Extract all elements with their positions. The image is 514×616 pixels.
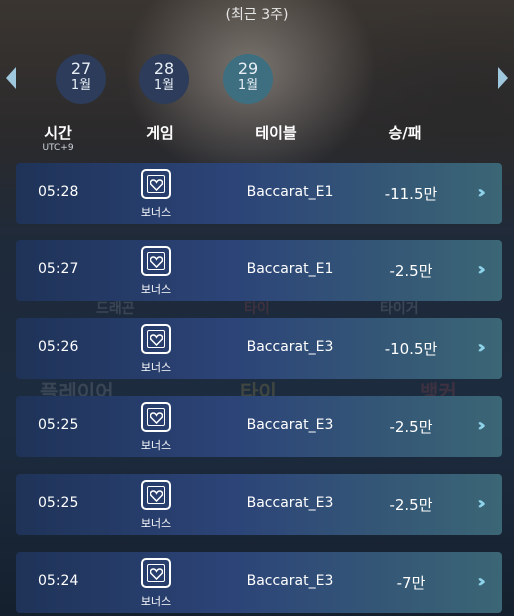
bg-label-tiger: 타이거 [380, 301, 419, 317]
history-row[interactable]: 05:27 보너스 Baccarat_E1 -2.5만 ›› [16, 240, 502, 301]
double-chevron-right-icon[interactable]: ›› [477, 338, 486, 358]
row-time: 05:27 [38, 261, 79, 277]
date-tab-27[interactable]: 27 1월 [56, 54, 106, 104]
date-day: 29 [237, 59, 259, 78]
column-header-game: 게임 [146, 124, 174, 142]
date-tab-28[interactable]: 28 1월 [139, 54, 189, 104]
date-tab-29-selected[interactable]: 29 1월 [223, 54, 273, 104]
row-result: -2.5만 [389, 418, 433, 436]
history-row[interactable]: 05:25 보너스 Baccarat_E3 -2.5만 ›› [16, 474, 502, 535]
row-time: 05:25 [38, 417, 79, 433]
row-result: -2.5만 [389, 496, 433, 514]
right-arrow-icon[interactable] [498, 67, 508, 89]
date-month: 1월 [70, 78, 92, 93]
row-table: Baccarat_E3 [246, 417, 334, 433]
row-game-label: 보너스 [140, 439, 172, 452]
row-result: -2.5만 [389, 262, 433, 280]
bonus-card-icon [141, 246, 171, 276]
bonus-card-icon [141, 324, 171, 354]
row-game-label: 보너스 [140, 517, 172, 530]
row-table: Baccarat_E1 [246, 261, 334, 277]
timezone-label: UTC+9 [42, 143, 74, 153]
row-time: 05:25 [38, 495, 79, 511]
bonus-card-icon [141, 558, 171, 588]
bonus-card-icon [141, 402, 171, 432]
row-game-label: 보너스 [140, 206, 172, 219]
history-row[interactable]: 05:26 보너스 Baccarat_E3 -10.5만 ›› [16, 318, 502, 379]
left-arrow-icon[interactable] [6, 67, 16, 89]
row-table: Baccarat_E1 [246, 184, 334, 200]
row-table: Baccarat_E3 [246, 573, 334, 589]
column-time-label: 시간 [44, 124, 72, 142]
row-result: -11.5만 [384, 185, 438, 203]
history-row[interactable]: 05:25 보너스 Baccarat_E3 -2.5만 ›› [16, 396, 502, 457]
column-header-time: 시간 UTC+9 [28, 122, 88, 153]
row-time: 05:24 [38, 573, 79, 589]
double-chevron-right-icon[interactable]: ›› [477, 183, 486, 203]
history-row[interactable]: 05:28 보너스 Baccarat_E1 -11.5만 ›› [16, 163, 502, 224]
double-chevron-right-icon[interactable]: ›› [477, 416, 486, 436]
history-row[interactable]: 05:24 보너스 Baccarat_E3 -7만 ›› [16, 552, 502, 613]
date-month: 1월 [153, 78, 175, 93]
row-result: -10.5만 [384, 340, 438, 358]
column-header-table: 테이블 [255, 124, 297, 142]
row-table: Baccarat_E3 [246, 339, 334, 355]
date-day: 28 [153, 59, 175, 78]
bonus-card-icon [141, 169, 171, 199]
row-game-label: 보너스 [140, 361, 172, 374]
row-table: Baccarat_E3 [246, 495, 334, 511]
row-game-label: 보너스 [140, 283, 172, 296]
bg-label-tie: 타이 [244, 301, 270, 317]
row-time: 05:26 [38, 339, 79, 355]
double-chevron-right-icon[interactable]: ›› [477, 494, 486, 514]
column-header-result: 승/패 [388, 124, 422, 142]
date-day: 27 [70, 59, 92, 78]
row-time: 05:28 [38, 184, 79, 200]
date-month: 1월 [237, 78, 259, 93]
bonus-card-icon [141, 480, 171, 510]
row-game-label: 보너스 [140, 595, 172, 608]
bg-label-dragon: 드래곤 [96, 301, 135, 317]
double-chevron-right-icon[interactable]: ›› [477, 572, 486, 592]
double-chevron-right-icon[interactable]: ›› [477, 260, 486, 280]
period-label: (최근 3주) [225, 7, 289, 23]
row-result: -7만 [396, 574, 426, 592]
